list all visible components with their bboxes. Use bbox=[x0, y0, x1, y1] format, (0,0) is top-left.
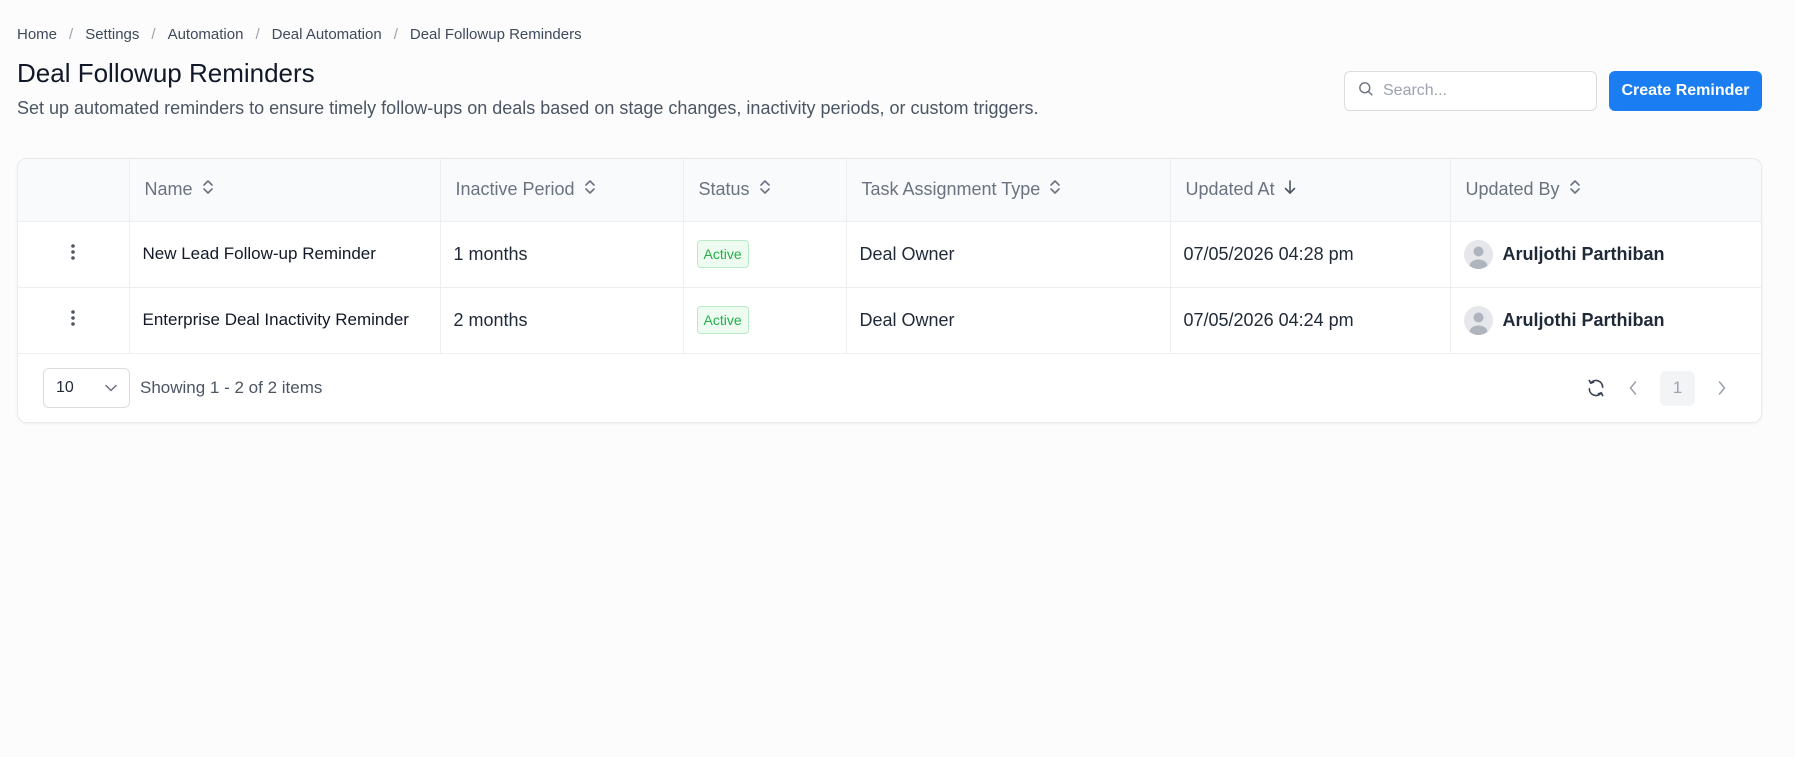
inactive-period: 1 months bbox=[440, 221, 684, 288]
updated-by-name: Aruljothi Parthiban bbox=[1502, 309, 1665, 330]
reminder-name[interactable]: New Lead Follow-up Reminder bbox=[129, 221, 441, 288]
status-badge: Active bbox=[696, 306, 749, 334]
breadcrumb: Home / Settings / Automation / Deal Auto… bbox=[17, 26, 582, 43]
sort-icon[interactable] bbox=[201, 178, 215, 201]
avatar-icon bbox=[1463, 305, 1493, 335]
task-assignment-type: Deal Owner bbox=[846, 221, 1171, 288]
column-header-task-assignment-type[interactable]: Task Assignment Type bbox=[846, 159, 1171, 222]
breadcrumb-current: Deal Followup Reminders bbox=[409, 26, 582, 43]
status-cell: Active bbox=[683, 221, 847, 288]
sort-icon[interactable] bbox=[1568, 178, 1582, 201]
reminder-name[interactable]: Enterprise Deal Inactivity Reminder bbox=[129, 287, 441, 354]
updated-by-cell: Aruljothi Parthiban bbox=[1450, 221, 1761, 288]
refresh-icon[interactable] bbox=[1586, 378, 1606, 398]
breadcrumb-separator: / bbox=[255, 26, 260, 43]
task-assignment-type: Deal Owner bbox=[846, 287, 1171, 354]
updated-at: 07/05/2026 04:24 pm bbox=[1170, 287, 1451, 354]
kebab-icon[interactable] bbox=[70, 243, 76, 266]
sort-icon[interactable] bbox=[583, 178, 597, 201]
updated-by-cell: Aruljothi Parthiban bbox=[1450, 287, 1761, 354]
chevron-down-icon bbox=[105, 379, 117, 397]
chevron-right-icon[interactable] bbox=[1717, 380, 1727, 396]
column-header-updated-by[interactable]: Updated By bbox=[1450, 159, 1761, 222]
row-actions-cell bbox=[18, 221, 130, 288]
column-header-inactive-period[interactable]: Inactive Period bbox=[440, 159, 684, 222]
breadcrumb-separator: / bbox=[151, 26, 156, 43]
sort-desc-icon[interactable] bbox=[1283, 178, 1297, 201]
table-footer: 10 Showing 1 - 2 of 2 items 1 bbox=[18, 353, 1761, 422]
breadcrumb-automation[interactable]: Automation bbox=[168, 26, 244, 43]
table-row[interactable]: Enterprise Deal Inactivity Reminder 2 mo… bbox=[18, 287, 1761, 354]
column-header-status[interactable]: Status bbox=[683, 159, 847, 222]
column-header-name[interactable]: Name bbox=[129, 159, 441, 222]
page-title: Deal Followup Reminders bbox=[17, 58, 315, 88]
page-number-current[interactable]: 1 bbox=[1660, 370, 1695, 406]
search-input[interactable] bbox=[1383, 82, 1583, 100]
column-header-label: Name bbox=[144, 179, 193, 200]
table-header-row: Name Inactive Period Status Task Assignm… bbox=[18, 159, 1761, 222]
breadcrumb-settings[interactable]: Settings bbox=[85, 26, 139, 43]
table-row[interactable]: New Lead Follow-up Reminder 1 months Act… bbox=[18, 221, 1761, 288]
reminders-table-card: Name Inactive Period Status Task Assignm… bbox=[17, 158, 1762, 423]
page-size-value: 10 bbox=[56, 379, 74, 396]
breadcrumb-deal-automation[interactable]: Deal Automation bbox=[272, 26, 382, 43]
updated-by-name: Aruljothi Parthiban bbox=[1502, 243, 1665, 264]
breadcrumb-home[interactable]: Home bbox=[17, 26, 57, 43]
chevron-left-icon[interactable] bbox=[1628, 380, 1638, 396]
avatar-icon bbox=[1463, 239, 1493, 269]
column-header-label: Inactive Period bbox=[455, 179, 575, 200]
column-header-label: Updated At bbox=[1185, 179, 1275, 200]
column-header-label: Updated By bbox=[1465, 179, 1560, 200]
breadcrumb-separator: / bbox=[69, 26, 74, 43]
search-icon bbox=[1357, 80, 1374, 102]
inactive-period: 2 months bbox=[440, 287, 684, 354]
reminders-table: Name Inactive Period Status Task Assignm… bbox=[18, 159, 1761, 354]
column-header-label: Status bbox=[698, 179, 750, 200]
column-header-label: Task Assignment Type bbox=[861, 179, 1041, 200]
column-header-actions bbox=[18, 159, 130, 222]
status-badge: Active bbox=[696, 240, 749, 268]
page-description: Set up automated reminders to ensure tim… bbox=[17, 98, 1039, 118]
search-box[interactable] bbox=[1344, 71, 1597, 111]
sort-icon[interactable] bbox=[758, 178, 772, 201]
pagination-summary: Showing 1 - 2 of 2 items bbox=[140, 378, 323, 397]
breadcrumb-separator: / bbox=[393, 26, 398, 43]
updated-at: 07/05/2026 04:28 pm bbox=[1170, 221, 1451, 288]
status-cell: Active bbox=[683, 287, 847, 354]
column-header-updated-at[interactable]: Updated At bbox=[1170, 159, 1451, 222]
sort-icon[interactable] bbox=[1048, 178, 1062, 201]
row-actions-cell bbox=[18, 287, 130, 354]
pagination: 1 bbox=[1586, 370, 1727, 406]
create-reminder-button[interactable]: Create Reminder bbox=[1609, 71, 1762, 111]
page-size-select[interactable]: 10 bbox=[43, 368, 130, 408]
kebab-icon[interactable] bbox=[70, 309, 76, 332]
